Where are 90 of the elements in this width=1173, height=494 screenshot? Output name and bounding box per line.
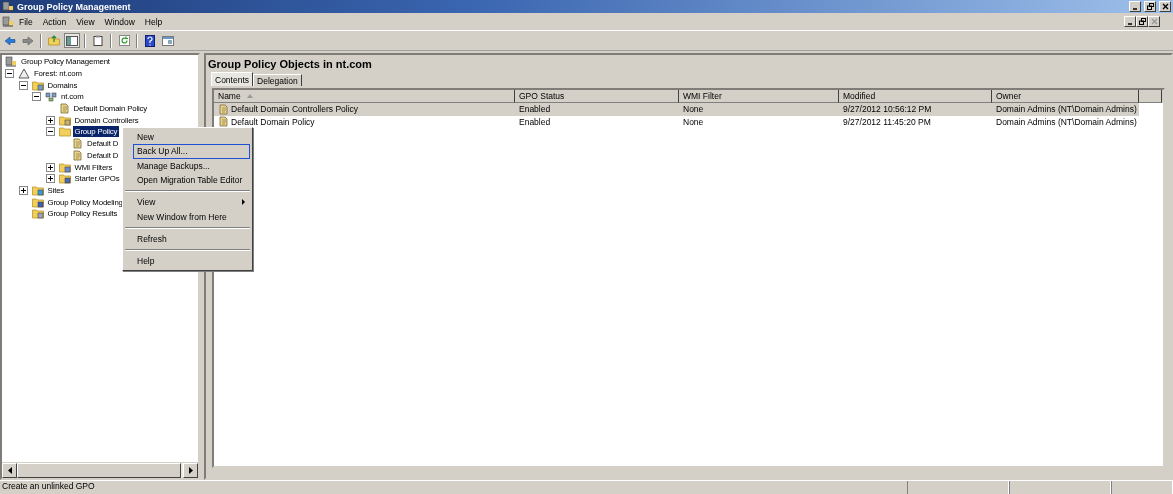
- minus-icon: [47, 129, 53, 135]
- table-cell: 9/27/2012 10:56:12 PM: [843, 104, 932, 115]
- document-icon: [72, 138, 83, 150]
- minus-icon: [7, 71, 12, 77]
- menu-item[interactable]: Help: [133, 254, 250, 269]
- document-icon: [218, 103, 229, 115]
- table-cell: Domain Admins (NT\Domain Admins): [996, 104, 1137, 115]
- expand-button[interactable]: [18, 185, 28, 195]
- document-icon: [218, 116, 229, 128]
- restore-button[interactable]: [1136, 16, 1148, 27]
- menu-item[interactable]: New: [133, 130, 250, 145]
- close-button[interactable]: [1148, 16, 1160, 27]
- table-cell: Domain Admins (NT\Domain Admins): [996, 116, 1137, 127]
- folder-icon: [58, 173, 71, 185]
- window-icon: [162, 35, 174, 46]
- folder-icon: [58, 114, 71, 126]
- minus-icon: [34, 94, 39, 100]
- minus-icon: [20, 82, 26, 88]
- toolbar-button[interactable]: [160, 33, 176, 48]
- menu-item[interactable]: New Window from Here: [133, 209, 250, 224]
- minimize-button[interactable]: [1129, 1, 1141, 12]
- console-icon: [2, 16, 14, 27]
- collapse-button[interactable]: [5, 69, 14, 79]
- toolbar-button[interactable]: [90, 33, 106, 48]
- minimize-button[interactable]: [1124, 16, 1136, 27]
- close-icon: [1150, 18, 1158, 25]
- plus-icon: [20, 187, 26, 193]
- triangle-icon: [18, 68, 30, 80]
- collapse-button[interactable]: [18, 80, 28, 90]
- close-icon: [1161, 3, 1169, 10]
- table-cell: 9/27/2012 11:45:20 PM: [843, 116, 931, 127]
- console-icon: [5, 56, 17, 68]
- pane-icon: [66, 35, 78, 46]
- menu-item[interactable]: Window: [99, 16, 140, 27]
- plus-icon: [47, 176, 53, 182]
- restore-icon: [1146, 3, 1154, 10]
- scroll-left-icon: [7, 467, 12, 474]
- document-icon: [72, 149, 83, 161]
- scroll-right-icon: [188, 467, 193, 474]
- tab[interactable]: Delegation: [253, 74, 302, 86]
- table-cell: Enabled: [519, 116, 551, 127]
- status-text: Create an unlinked GPO: [1, 481, 96, 493]
- table-cell: Default Domain Controllers Policy: [231, 104, 359, 115]
- menu-item[interactable]: View: [71, 16, 100, 27]
- menu-item[interactable]: File: [14, 16, 38, 27]
- table-cell: None: [683, 116, 704, 127]
- refresh-icon: [118, 35, 130, 46]
- toolbar-button[interactable]: [64, 33, 80, 48]
- menu-item[interactable]: Back Up All...: [133, 144, 250, 159]
- table-cell: Enabled: [519, 104, 551, 115]
- menu-item[interactable]: Manage Backups...: [133, 158, 250, 173]
- list-row[interactable]: Default Domain Controllers Policy Enabled None 9/27/2012 10:56:12 PM Domain Admins (NT\Domain Admins): [214, 103, 1139, 116]
- menu-item[interactable]: Refresh: [133, 231, 250, 247]
- table-cell: None: [683, 104, 704, 115]
- plus-icon: [47, 164, 53, 170]
- collapse-button[interactable]: [32, 92, 41, 102]
- window-title: Group Policy Management: [17, 1, 132, 12]
- expand-button[interactable]: [45, 162, 55, 172]
- toolbar-button[interactable]: [142, 33, 158, 48]
- expand-button[interactable]: [45, 174, 55, 184]
- expand-button[interactable]: [45, 115, 55, 125]
- clipboard-icon: [93, 35, 103, 46]
- folder-icon: [31, 184, 44, 196]
- folder-icon: [31, 79, 44, 91]
- horizontal-scrollbar[interactable]: [2, 462, 198, 478]
- folder-icon: [58, 126, 71, 138]
- help-icon: [145, 34, 155, 47]
- network-icon: [45, 91, 57, 103]
- pane-title: Group Policy Objects in nt.com: [208, 57, 373, 72]
- restore-icon: [1138, 18, 1146, 25]
- column-header[interactable]: [1139, 90, 1162, 103]
- folder-icon: [58, 161, 71, 173]
- folder-icon: [31, 208, 44, 220]
- menu-item[interactable]: View: [133, 195, 250, 210]
- menu-item[interactable]: Help: [139, 16, 168, 27]
- close-button[interactable]: [1159, 1, 1171, 12]
- forward-arrow-icon: [22, 35, 34, 46]
- menu-item[interactable]: Open Migration Table Editor: [133, 172, 250, 188]
- back-arrow-icon: [4, 35, 16, 46]
- console-icon: [2, 1, 14, 12]
- folder-up-icon: [48, 35, 60, 46]
- tab[interactable]: Contents: [211, 72, 254, 86]
- folder-icon: [31, 196, 44, 208]
- collapse-button[interactable]: [45, 127, 55, 137]
- submenu-arrow-icon: [242, 199, 245, 206]
- restore-button[interactable]: [1144, 1, 1156, 12]
- menu-item[interactable]: Action: [37, 16, 72, 27]
- table-cell: Default Domain Policy: [231, 116, 315, 127]
- document-icon: [58, 103, 70, 115]
- plus-icon: [47, 117, 53, 123]
